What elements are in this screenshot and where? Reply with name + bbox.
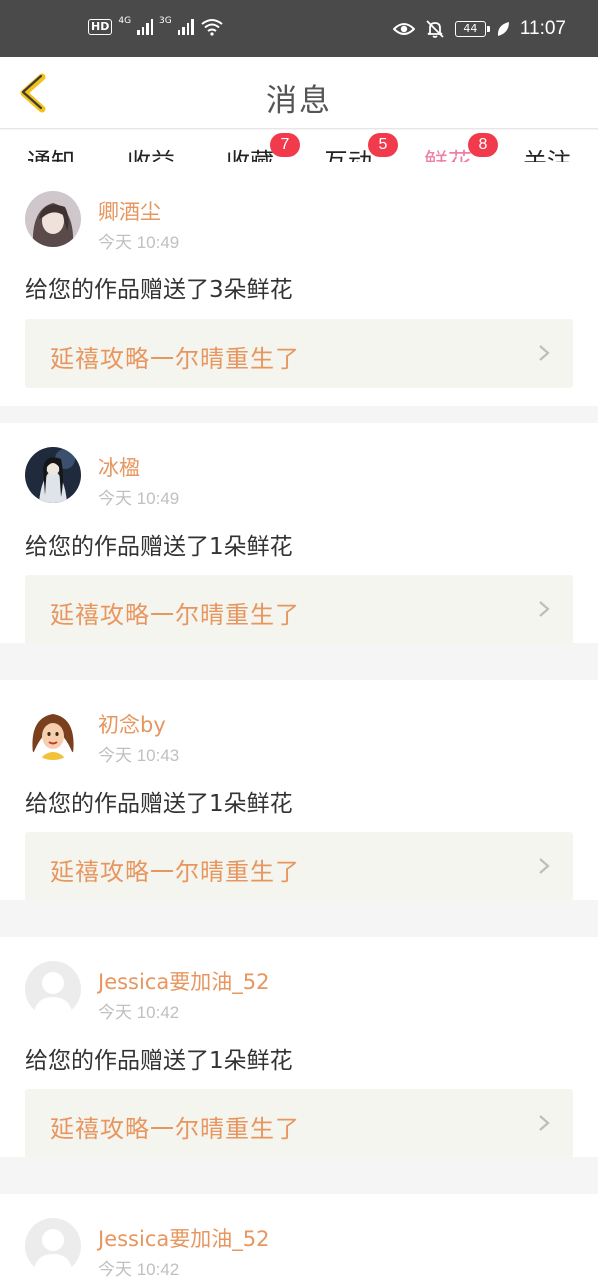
- work-link[interactable]: 延禧攻略一尔晴重生了: [25, 575, 573, 644]
- work-link[interactable]: 延禧攻略一尔晴重生了: [25, 1089, 573, 1158]
- battery-icon: 44: [454, 21, 490, 37]
- avatar[interactable]: [25, 961, 81, 1017]
- user-name[interactable]: Jessica要加油_52: [98, 1223, 269, 1253]
- avatar[interactable]: [25, 1218, 81, 1274]
- user-name[interactable]: Jessica要加油_52: [98, 966, 269, 996]
- app-header: 消息: [0, 57, 598, 129]
- timestamp: 今天 10:49: [98, 233, 180, 252]
- signal-icon: [137, 19, 154, 35]
- work-title: 延禧攻略一尔晴重生了: [50, 858, 300, 886]
- chevron-right-icon: [539, 345, 550, 361]
- avatar[interactable]: [25, 191, 81, 247]
- user-name[interactable]: 冰楹: [98, 452, 140, 482]
- status-bar: HD 4G 3G 44 11:07: [0, 0, 598, 57]
- work-title: 延禧攻略一尔晴重生了: [50, 601, 300, 629]
- feed-item: 卿酒尘 今天 10:49 给您的作品赠送了3朵鲜花 延禧攻略一尔晴重生了: [0, 162, 598, 406]
- hd-icon: HD: [88, 19, 113, 35]
- favorites-badge: 7: [270, 133, 300, 157]
- timestamp: 今天 10:43: [98, 746, 180, 765]
- signal-icon-2: [177, 19, 194, 35]
- page-title: 消息: [266, 83, 332, 119]
- feed-item: 冰楹 今天 10:49 给您的作品赠送了1朵鲜花 延禧攻略一尔晴重生了: [0, 423, 598, 644]
- feed-item: Jessica要加油_52 今天 10:42: [0, 1194, 598, 1280]
- timestamp: 今天 10:42: [98, 1003, 180, 1022]
- user-name[interactable]: 卿酒尘: [98, 196, 161, 226]
- avatar[interactable]: [25, 447, 81, 503]
- gift-message: 给您的作品赠送了1朵鲜花: [25, 534, 293, 560]
- clock: 11:07: [519, 18, 566, 39]
- work-title: 延禧攻略一尔晴重生了: [50, 345, 300, 373]
- eye-icon: [392, 23, 415, 35]
- work-link[interactable]: 延禧攻略一尔晴重生了: [25, 832, 573, 901]
- timestamp: 今天 10:49: [98, 489, 180, 508]
- feed-item: Jessica要加油_52 今天 10:42 给您的作品赠送了1朵鲜花 延禧攻略…: [0, 937, 598, 1158]
- status-left: HD 4G 3G: [88, 16, 224, 36]
- default-avatar-icon: [25, 1218, 81, 1274]
- avatar[interactable]: [25, 704, 81, 760]
- mute-bell-icon: [426, 20, 444, 38]
- chevron-right-icon: [539, 858, 550, 874]
- network-3g-label: 3G: [159, 16, 172, 26]
- work-title: 延禧攻略一尔晴重生了: [50, 1115, 300, 1143]
- chevron-right-icon: [539, 601, 550, 617]
- feed-item: 初念by 今天 10:43 给您的作品赠送了1朵鲜花 延禧攻略一尔晴重生了: [0, 680, 598, 901]
- avatar-image: [25, 704, 81, 760]
- user-name[interactable]: 初念by: [98, 709, 166, 739]
- wifi-icon: [201, 19, 223, 36]
- chevron-right-icon: [539, 1115, 550, 1131]
- status-right: 44 11:07: [392, 18, 566, 40]
- interactions-badge: 5: [368, 133, 398, 157]
- gift-message: 给您的作品赠送了1朵鲜花: [25, 1048, 293, 1074]
- timestamp: 今天 10:42: [98, 1260, 180, 1279]
- work-link[interactable]: 延禧攻略一尔晴重生了: [25, 319, 573, 388]
- avatar-image: [25, 447, 81, 503]
- leaf-icon: [497, 22, 509, 36]
- gift-message: 给您的作品赠送了3朵鲜花: [25, 277, 293, 303]
- flowers-badge: 8: [468, 133, 498, 157]
- avatar-image: [25, 191, 81, 247]
- network-4g-label: 4G: [118, 16, 132, 26]
- default-avatar-icon: [25, 961, 81, 1017]
- gift-message: 给您的作品赠送了1朵鲜花: [25, 791, 293, 817]
